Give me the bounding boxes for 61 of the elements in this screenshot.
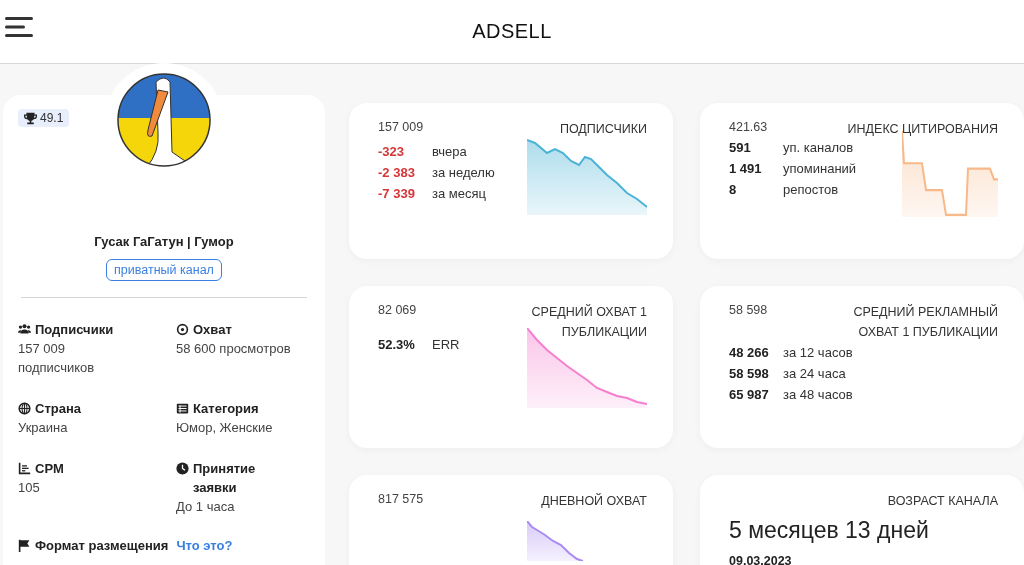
list-icon bbox=[176, 401, 189, 415]
stat-value: 48 266 bbox=[729, 344, 770, 362]
info-label: Категория bbox=[193, 399, 259, 418]
info-label: Принятие заявки bbox=[193, 459, 257, 497]
sparkline bbox=[527, 521, 583, 561]
stat-label: ERR bbox=[432, 336, 460, 354]
format-label: Формат размещения bbox=[35, 537, 169, 553]
private-channel-tag: приватный канал bbox=[106, 258, 222, 281]
info-value: 157 009 подписчиков bbox=[18, 339, 96, 377]
stat-label: вчера bbox=[432, 143, 467, 161]
card-value: 817 575 bbox=[378, 492, 424, 506]
stat-label: уп. каналов bbox=[783, 139, 854, 157]
info-label: Охват bbox=[193, 320, 232, 339]
clock-icon bbox=[176, 461, 189, 475]
channel-age: 5 месяцев 13 дней bbox=[729, 517, 930, 544]
creation-date: 09.03.2023 bbox=[729, 554, 793, 565]
card-title: ДНЕВНОЙ ОХВАТ bbox=[541, 492, 647, 510]
stat-value: -323 bbox=[378, 143, 406, 161]
info-label: Страна bbox=[35, 399, 81, 418]
card-value: 421.63 bbox=[729, 120, 768, 134]
eye-icon bbox=[176, 322, 189, 336]
stat-value: 8 bbox=[729, 181, 738, 199]
card-value: 157 009 bbox=[378, 120, 424, 134]
info-value: До 1 часа bbox=[176, 497, 236, 516]
menu-icon[interactable] bbox=[5, 17, 33, 37]
stat-label: упоминаний bbox=[783, 160, 857, 178]
stat-label: репостов bbox=[783, 181, 839, 199]
stat-label: за месяц bbox=[432, 185, 486, 203]
bar-chart-icon bbox=[18, 461, 31, 475]
stat-value: -7 339 bbox=[378, 185, 416, 203]
info-value: Украина bbox=[18, 418, 69, 437]
stat-value: 1 491 bbox=[729, 160, 763, 178]
card-title: ВОЗРАСТ КАНАЛА bbox=[887, 493, 998, 510]
stat-label: за 24 часа bbox=[783, 365, 846, 383]
info-label: CPM bbox=[35, 459, 64, 478]
flag-icon bbox=[18, 538, 31, 552]
stat-value: 52.3% bbox=[378, 336, 416, 354]
stat-value: 65 987 bbox=[729, 386, 770, 404]
card-title: ПОДПИСЧИКИ bbox=[559, 121, 647, 138]
stat-value: 591 bbox=[729, 139, 752, 157]
users-icon bbox=[18, 322, 31, 336]
globe-icon bbox=[18, 401, 31, 415]
stat-value: -2 383 bbox=[378, 164, 416, 182]
card-value: 58 598 bbox=[729, 303, 768, 317]
stat-value: 58 598 bbox=[729, 365, 770, 383]
rating-value: 49.1 bbox=[40, 111, 64, 125]
card-value: 82 069 bbox=[378, 303, 417, 317]
info-value: 58 600 просмотров bbox=[176, 339, 292, 358]
stat-label: за 48 часов bbox=[783, 386, 853, 404]
card-title: СРЕДНИЙ ОХВАТ 1 ПУБЛИКАЦИИ bbox=[530, 303, 647, 341]
info-value: 105 bbox=[18, 478, 41, 497]
stat-label: за 12 часов bbox=[783, 344, 853, 362]
card-title: ИНДЕКС ЦИТИРОВАНИЯ bbox=[847, 121, 998, 138]
trophy-icon bbox=[24, 111, 37, 125]
info-label: Подписчики bbox=[35, 320, 114, 339]
what-is-it-link[interactable]: Что это? bbox=[176, 537, 233, 553]
site-logo[interactable]: ADSELL bbox=[472, 20, 552, 43]
stat-label: за неделю bbox=[432, 164, 495, 182]
info-value: Юмор, Женские bbox=[176, 418, 274, 437]
channel-name: Гусак ГаГатун | Гумор bbox=[93, 233, 235, 249]
card-title: СРЕДНИЙ РЕКЛАМНЫЙ ОХВАТ 1 ПУБЛИКАЦИИ bbox=[852, 303, 998, 341]
